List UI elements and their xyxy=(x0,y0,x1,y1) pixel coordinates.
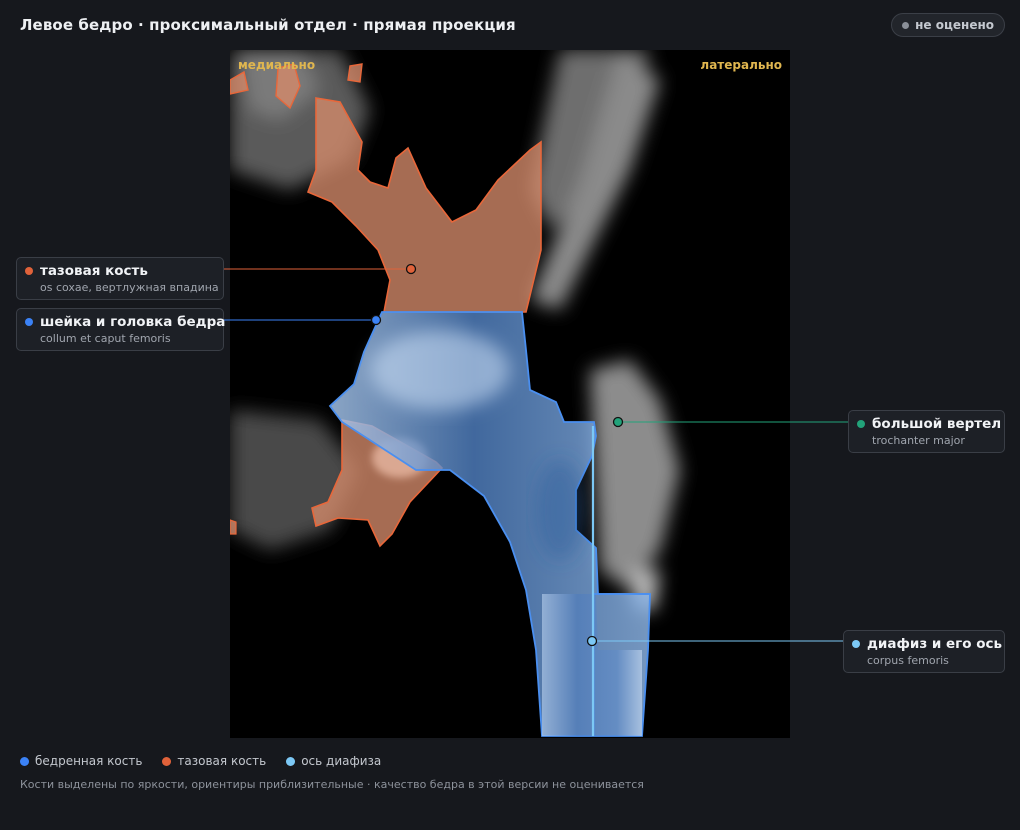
legend: бедренная кость тазовая кость ось диафиз… xyxy=(20,754,381,768)
callout-pelvis-latin: os coxae, вертлужная впадина xyxy=(40,281,219,294)
callout-shaft-name: диафиз и его ось xyxy=(867,636,1003,652)
status-label: не оценено xyxy=(915,18,994,32)
orientation-lateral-label: латерально xyxy=(700,58,782,72)
callout-femoral-neck[interactable]: шейка и головка бедра collum et caput fe… xyxy=(16,308,226,351)
callout-pelvis-name: тазовая кость xyxy=(40,263,148,279)
orientation-medial-label: медиально xyxy=(238,58,316,72)
callout-pelvis[interactable]: тазовая кость os coxae, вертлужная впади… xyxy=(16,257,224,300)
femur-dot-icon xyxy=(25,318,33,326)
femur-legend-dot-icon xyxy=(20,756,29,766)
xray-viewer[interactable]: медиально латерально xyxy=(230,50,790,738)
callout-trochanter-name: большой вертел xyxy=(872,416,1002,432)
callout-shaft-latin: corpus femoris xyxy=(867,654,949,667)
pelvis-dot-icon xyxy=(25,267,33,275)
callout-shaft[interactable]: диафиз и его ось corpus femoris xyxy=(843,630,1005,673)
legend-item-label: бедренная кость xyxy=(35,754,143,768)
legend-item-label: ось диафиза xyxy=(301,754,382,768)
callout-trochanter-latin: trochanter major xyxy=(872,434,965,447)
callout-trochanter[interactable]: большой вертел trochanter major xyxy=(848,410,1005,453)
legend-item-axis: ось диафиза xyxy=(286,754,381,768)
footnote: Кости выделены по яркости, ориентиры при… xyxy=(20,778,644,791)
legend-item-femur: бедренная кость xyxy=(20,754,142,768)
legend-item-label: тазовая кость xyxy=(177,754,267,768)
legend-item-pelvis: тазовая кость xyxy=(162,754,266,768)
trochanter-dot-icon xyxy=(857,420,865,428)
callout-femoral-neck-name: шейка и головка бедра xyxy=(40,314,226,330)
shaft-dot-icon xyxy=(852,640,860,648)
status-dot-icon xyxy=(902,21,910,29)
page-title: Левое бедро · проксимальный отдел · прям… xyxy=(20,16,516,34)
status-badge[interactable]: не оценено xyxy=(891,13,1005,37)
pelvis-legend-dot-icon xyxy=(162,756,172,766)
axis-legend-dot-icon xyxy=(286,756,296,766)
xray-image xyxy=(230,50,680,737)
callout-femoral-neck-latin: collum et caput femoris xyxy=(40,332,171,345)
